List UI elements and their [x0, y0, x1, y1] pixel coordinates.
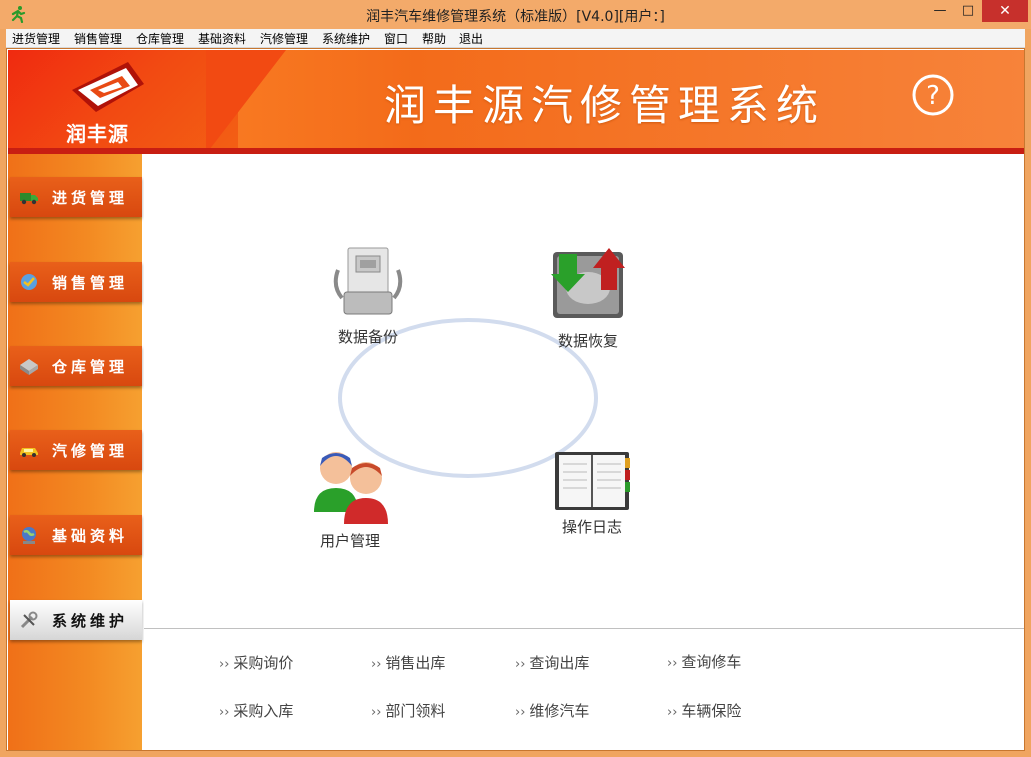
sidebar-item-purchase[interactable]: 进货管理 — [10, 177, 142, 217]
backup-icon — [333, 247, 403, 315]
link-query-outbound[interactable]: ›› 查询出库 — [515, 652, 589, 673]
title-bar: 润丰汽车维修管理系统（标准版）[V4.0][用户：] — □ ✕ — [0, 0, 1031, 29]
sidebar-item-system[interactable]: 系统维护 — [10, 600, 142, 640]
logo-text: 润丰源 — [66, 122, 129, 146]
link-sales-outbound[interactable]: ›› 销售出库 — [371, 652, 445, 673]
link-purchase-inquiry[interactable]: ›› 采购询价 — [219, 652, 293, 673]
banner: 润丰源 润丰源汽修管理系统 ? — [8, 50, 1024, 154]
tile-label: 操作日志 — [561, 518, 622, 536]
link-vehicle-insurance[interactable]: ›› 车辆保险 — [667, 700, 741, 721]
users-icon — [314, 452, 388, 524]
logo-mark-icon — [72, 62, 144, 112]
menu-repair[interactable]: 汽修管理 — [260, 30, 308, 47]
svg-text:?: ? — [926, 81, 940, 111]
log-book-icon — [555, 452, 630, 510]
menu-exit[interactable]: 退出 — [459, 30, 483, 47]
link-repair-car[interactable]: ›› 维修汽车 — [515, 700, 589, 721]
sales-icon — [21, 274, 37, 290]
menu-bar: 进货管理 销售管理 仓库管理 基础资料 汽修管理 系统维护 窗口 帮助 退出 — [6, 29, 1025, 48]
menu-sales[interactable]: 销售管理 — [74, 30, 122, 47]
warehouse-icon — [20, 359, 38, 375]
tile-operation-log[interactable]: 操作日志 — [552, 450, 632, 537]
menu-system[interactable]: 系统维护 — [322, 30, 370, 47]
tile-data-restore[interactable]: 数据恢复 — [548, 246, 628, 351]
link-query-repair[interactable]: ›› 查询修车 — [667, 651, 741, 672]
wrench-icon — [20, 611, 38, 629]
restore-icon — [551, 248, 625, 318]
banner-title: 润丰源汽修管理系统 — [384, 81, 826, 130]
main-frame: 润丰源 润丰源汽修管理系统 ? 进货管理 销售管理 仓库管理 汽修管理 基础资料… — [6, 48, 1025, 751]
content-area: 数据备份 数据恢复 用户管理 操作日志 ›› 采购询价 ›› 销售出库 ›› 查… — [144, 154, 1024, 750]
sidebar-item-repair[interactable]: 汽修管理 — [10, 430, 142, 470]
sidebar-item-basic-data[interactable]: 基础资料 — [10, 515, 142, 555]
tile-label: 数据备份 — [337, 328, 398, 346]
menu-window[interactable]: 窗口 — [384, 30, 408, 47]
tile-data-backup[interactable]: 数据备份 — [328, 244, 408, 347]
window-title: 润丰汽车维修管理系统（标准版）[V4.0][用户：] — [366, 9, 665, 25]
sidebar-item-sales[interactable]: 销售管理 — [10, 262, 142, 302]
help-question-icon[interactable]: ? — [912, 74, 954, 116]
menu-help[interactable]: 帮助 — [422, 30, 446, 47]
tile-label: 用户管理 — [319, 532, 380, 550]
link-department-materials[interactable]: ›› 部门领料 — [371, 700, 445, 721]
minimize-button[interactable]: — — [926, 0, 954, 22]
maximize-button[interactable]: □ — [954, 0, 982, 22]
separator — [144, 628, 1024, 629]
close-button[interactable]: ✕ — [982, 0, 1028, 22]
sidebar: 进货管理 销售管理 仓库管理 汽修管理 基础资料 系统维护 — [8, 154, 142, 750]
link-purchase-inbound[interactable]: ›› 采购入库 — [219, 700, 293, 721]
globe-icon — [22, 527, 36, 544]
sidebar-item-warehouse[interactable]: 仓库管理 — [10, 346, 142, 386]
truck-icon — [20, 193, 38, 205]
car-icon — [20, 448, 38, 457]
menu-warehouse[interactable]: 仓库管理 — [136, 30, 184, 47]
menu-basic-data[interactable]: 基础资料 — [198, 30, 246, 47]
tile-label: 数据恢复 — [557, 332, 618, 350]
tile-user-management[interactable]: 用户管理 — [310, 448, 390, 551]
menu-purchase[interactable]: 进货管理 — [12, 30, 60, 47]
